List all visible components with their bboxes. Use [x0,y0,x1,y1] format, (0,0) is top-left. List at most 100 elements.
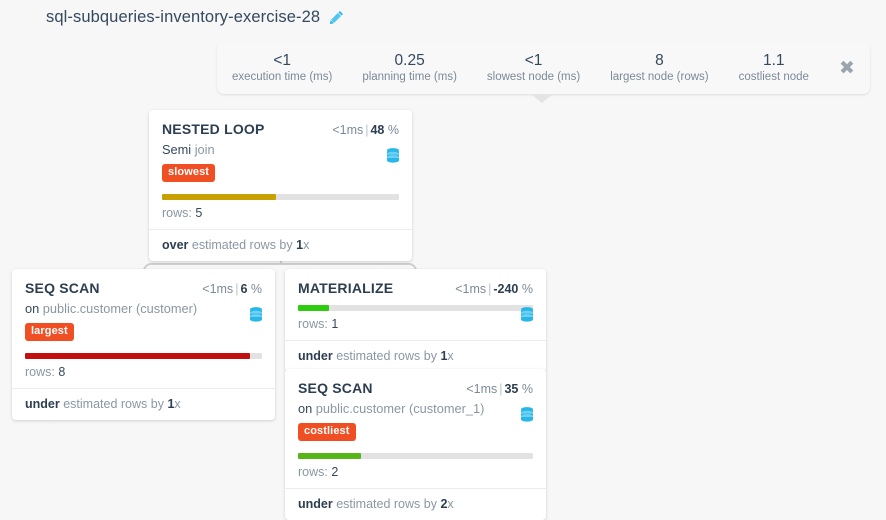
node-header: MATERIALIZE <1ms | -240 % [298,280,533,296]
node-percent: 35 [504,382,519,396]
stat-value: <1 [524,51,543,69]
plan-stats-bar: <1 execution time (ms) 0.25 planning tim… [217,42,870,94]
node-estimate-key: over [162,237,189,252]
node-badges: largest [25,322,262,341]
database-icon[interactable] [520,407,534,422]
node-estimate-text: estimated rows by [63,396,164,411]
node-subtitle: on public.customer (customer) [25,301,262,317]
node-rows-value: 1 [331,317,339,331]
close-icon[interactable]: ✖ [832,58,862,78]
node-estimate: under estimated rows by 1x [12,387,275,420]
node-type-label: MATERIALIZE [298,280,394,296]
stat-value: 0.25 [394,51,425,69]
stat-label: costliest node [738,70,809,83]
node-estimate-suffix: x [447,349,454,363]
pencil-icon-svg [329,11,344,25]
stat-label: largest node (rows) [610,70,709,83]
node-estimate: over estimated rows by 1x [149,228,412,261]
node-metric-separator: | [235,282,239,296]
stat-largest-node: 8 largest node (rows) [610,52,708,85]
node-estimate-suffix: x [303,237,310,252]
node-subject: public.customer (customer_1) [315,401,485,416]
stats-bar-pointer [531,94,553,103]
node-estimate: under estimated rows by 1x [285,340,546,372]
node-rows: rows: 1 [298,317,533,340]
plan-node-materialize[interactable]: MATERIALIZE <1ms | -240 % rows: 1 under es… [285,269,546,372]
node-rows: rows: 8 [25,365,262,388]
node-metrics: <1ms | 6 % [202,282,262,296]
node-subject: public.customer (customer) [42,301,198,316]
node-metrics: <1ms | 35 % [466,382,533,396]
node-time: <1ms [202,282,234,296]
stat-planning-time: 0.25 planning time (ms) [362,52,457,85]
stat-value: <1 [273,51,291,69]
node-progress-fill [298,305,329,311]
node-progress-track [162,193,399,200]
stat-value: 8 [655,51,664,69]
node-time: <1ms [332,123,364,137]
node-type-label: SEQ SCAN [298,380,373,396]
stat-label: slowest node (ms) [486,70,581,83]
node-body: NESTED LOOP <1ms | 48 % Semi join slowest … [149,110,412,229]
stat-label: planning time (ms) [362,70,457,83]
node-metric-separator: | [488,282,492,296]
node-estimate-text: estimated rows by [336,496,437,511]
node-header: NESTED LOOP <1ms | 48 % [162,121,399,137]
node-body: SEQ SCAN <1ms | 35 % on public.customer (c… [285,369,546,488]
node-estimate-key: under [25,396,60,411]
database-icon[interactable] [386,148,400,163]
node-subject-prefix: on [298,401,313,416]
status-badge-slowest: slowest [162,163,216,182]
database-icon[interactable] [249,307,263,322]
node-progress-fill [162,193,276,200]
node-type-label: SEQ SCAN [25,280,100,296]
node-estimate-key: under [298,496,333,511]
node-badges: slowest [162,163,399,182]
status-badge-costliest: costliest [298,422,356,441]
node-subject-prefix: on [25,301,40,316]
node-header: SEQ SCAN <1ms | 6 % [25,280,262,296]
node-type-label: NESTED LOOP [162,121,265,137]
node-subject: join [194,142,215,157]
plan-node-seq-scan-left[interactable]: SEQ SCAN <1ms | 6 % on public.customer (cu… [12,269,275,420]
node-percent-unit: % [521,282,533,296]
pencil-icon[interactable] [329,10,344,25]
node-metric-separator: | [499,382,503,396]
node-rows-label: rows: [162,205,192,220]
node-rows-label: rows: [25,364,55,379]
node-progress-track [298,452,533,459]
status-badge-largest: largest [25,322,74,341]
node-metrics: <1ms | -240 % [455,282,533,296]
node-percent: 6 [240,282,248,296]
node-rows: rows: 2 [298,465,533,488]
node-progress-track [25,352,262,359]
node-progress-track [298,305,533,311]
node-body: SEQ SCAN <1ms | 6 % on public.customer (cu… [12,269,275,388]
node-percent: -240 [493,282,519,296]
stat-label: execution time (ms) [231,70,333,83]
node-rows-value: 8 [58,364,66,379]
node-subject-prefix: Semi [162,142,192,157]
node-estimate: under estimated rows by 2x [285,487,546,520]
node-rows-value: 5 [195,205,203,220]
node-percent-unit: % [250,282,262,296]
page-title: sql-subqueries-inventory-exercise-28 [46,8,321,26]
plan-node-seq-scan-bottom[interactable]: SEQ SCAN <1ms | 35 % on public.customer (c… [285,369,546,520]
node-estimate-text: estimated rows by [336,349,437,363]
plan-node-nested-loop[interactable]: NESTED LOOP <1ms | 48 % Semi join slowest … [149,110,412,261]
node-subtitle: on public.customer (customer_1) [298,401,533,417]
node-badges: costliest [298,422,533,441]
stat-costliest-node: 1.1 costliest node [739,52,809,85]
node-metrics: <1ms | 48 % [332,123,399,137]
database-icon[interactable] [520,307,534,322]
node-estimate-suffix: x [447,496,454,511]
plan-stats-list: <1 execution time (ms) 0.25 planning tim… [217,52,832,85]
node-subtitle: Semi join [162,142,399,158]
stat-value: 1.1 [762,51,785,69]
node-metric-separator: | [365,123,369,137]
plan-title-row: sql-subqueries-inventory-exercise-28 [46,8,344,27]
node-percent: 48 [370,123,385,137]
stat-execution-time: <1 execution time (ms) [232,52,332,85]
node-header: SEQ SCAN <1ms | 35 % [298,380,533,396]
node-percent-unit: % [521,382,533,396]
